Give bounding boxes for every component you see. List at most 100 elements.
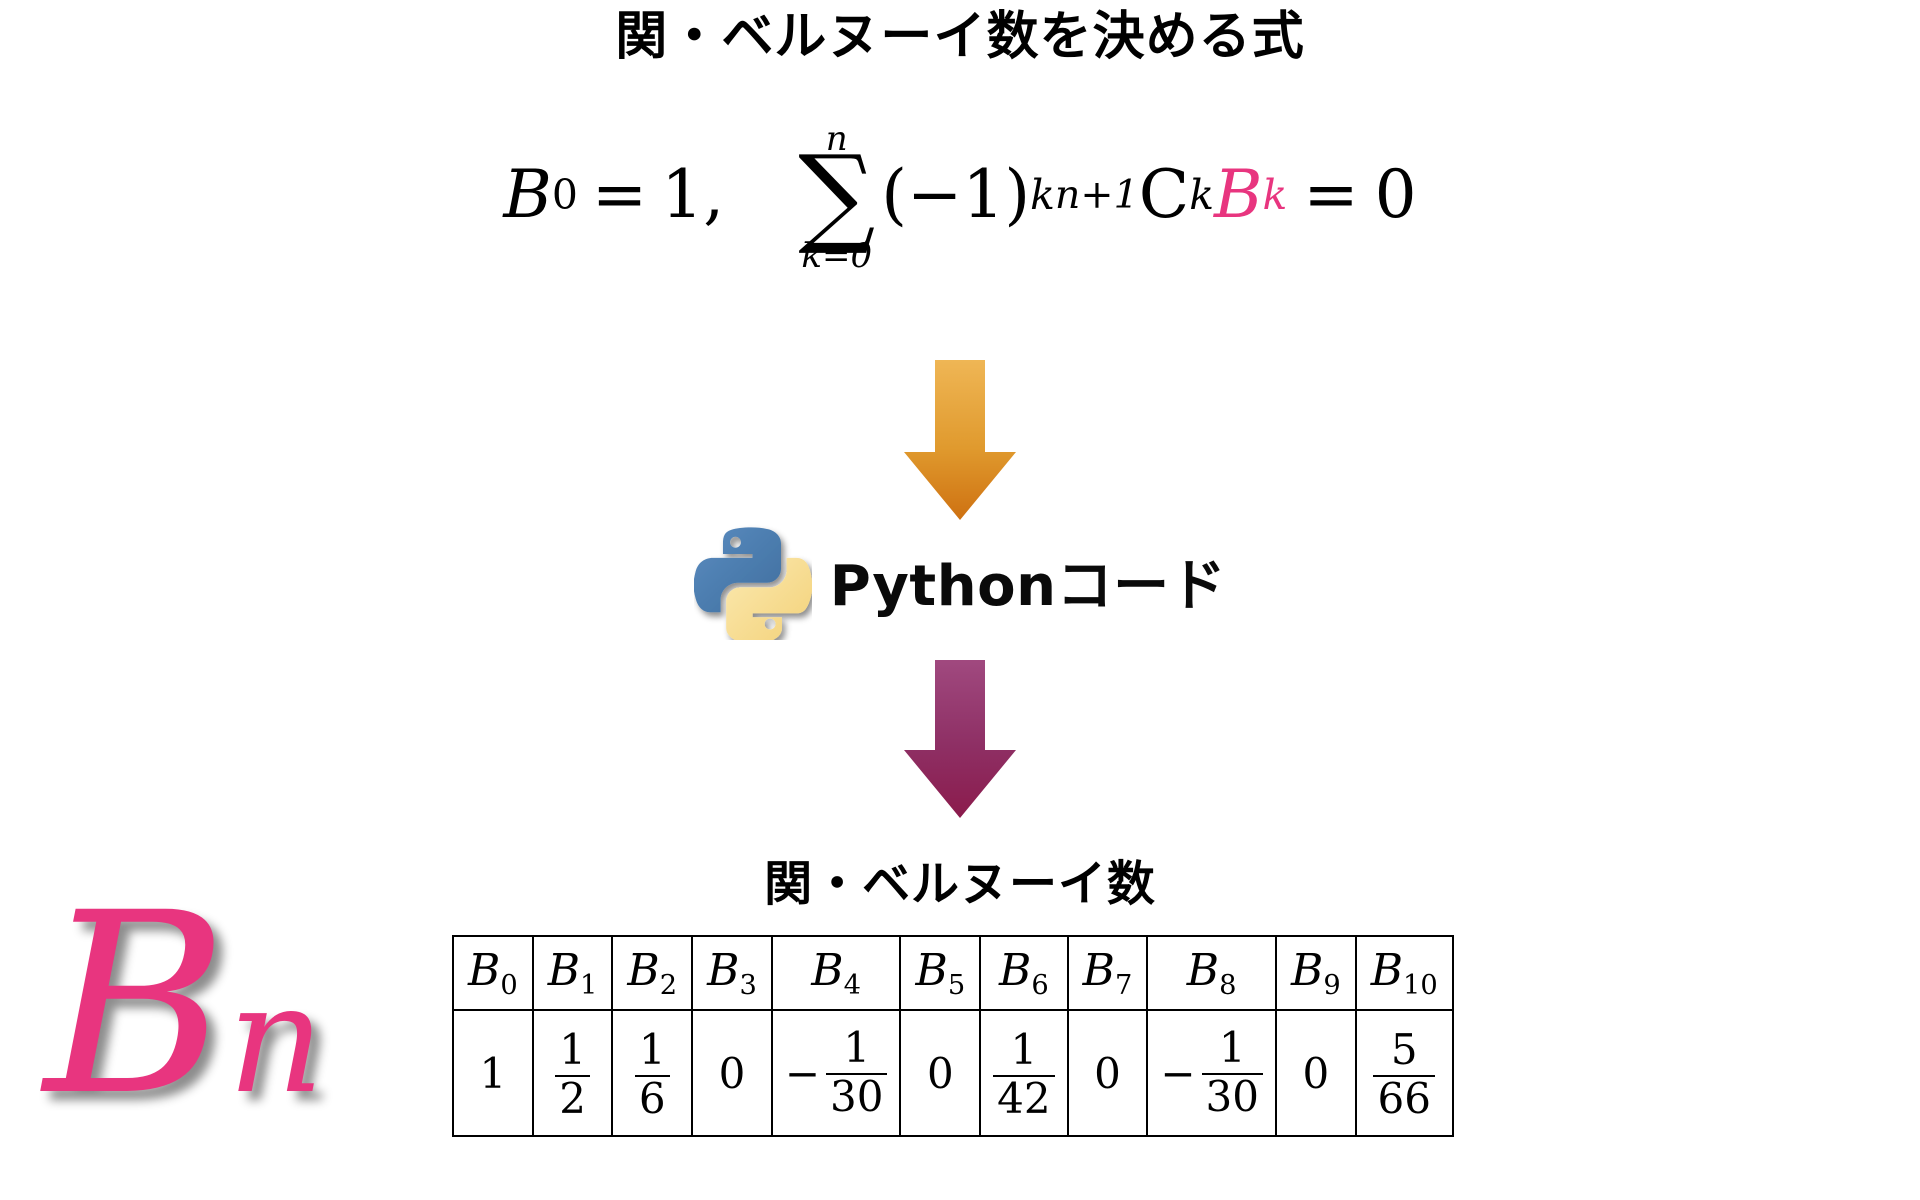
sign-exponent: k: [1030, 170, 1055, 219]
combination-upper-index: n+1: [1054, 171, 1139, 218]
fraction-numerator: 1: [843, 1023, 871, 1073]
fraction-body: 1 42: [993, 1024, 1055, 1122]
value-integer: 0: [1094, 1048, 1121, 1098]
header-subscript: 0: [500, 969, 518, 1001]
summation-operator: n ∑ k=0: [798, 122, 875, 273]
table-header-cell: B9: [1274, 935, 1357, 1011]
slide-canvas: 関・ベルヌーイ数を決める式 B0 = 1, n ∑ k=0 (−1) k n+1 Ck…: [0, 0, 1920, 1200]
table-header-cell: B6: [979, 935, 1069, 1011]
minus-one: −1: [907, 156, 1005, 234]
python-code-step: Pythonコード: [0, 522, 1920, 640]
equals-sign-2: =: [1303, 156, 1359, 234]
value-fraction: 16: [634, 1024, 670, 1122]
fraction-numerator: 1: [1010, 1024, 1038, 1074]
initial-b-subscript: 0: [551, 170, 578, 219]
value-fraction: 5 66: [1373, 1024, 1435, 1122]
arrow-down-icon-purple: [904, 660, 1016, 818]
table-header-cell: B7: [1066, 935, 1149, 1011]
value-fraction: 1 42: [993, 1024, 1055, 1122]
initial-b-symbol: B: [503, 156, 552, 234]
fraction-denominator: 2: [555, 1074, 590, 1122]
fraction-sign: −: [784, 1048, 821, 1098]
fraction-numerator: 1: [638, 1024, 666, 1074]
header-symbol: B: [999, 945, 1032, 997]
combination-lower-index: k: [1189, 170, 1215, 219]
fraction-numerator: 1: [559, 1024, 586, 1074]
comma-separator: ,: [703, 156, 725, 234]
fraction-body: 16: [634, 1024, 670, 1122]
table-value-row: 1 1 2 1 6 0−1 30 0 1 42 0−1 30 0 5 66: [452, 1009, 1454, 1137]
table-value-cell: 0: [1274, 1009, 1357, 1137]
equals-sign-1: =: [591, 156, 648, 234]
fraction-numerator: 1: [1218, 1023, 1246, 1073]
header-symbol: B: [707, 945, 740, 997]
header-symbol: B: [1186, 945, 1220, 997]
table-header-cell: B3: [691, 935, 773, 1011]
table-value-cell: 0: [899, 1009, 982, 1137]
header-subscript: 3: [739, 969, 757, 1001]
bernoulli-number-symbol: B: [1214, 156, 1263, 234]
initial-condition: B0 = 1,: [503, 162, 754, 228]
header-subscript: 1: [580, 969, 598, 1001]
table-value-cell: 16: [611, 1009, 694, 1137]
header-subscript: 8: [1219, 969, 1237, 1001]
header-subscript: 5: [947, 969, 966, 1001]
value-integer: 1: [479, 1048, 507, 1098]
table-value-cell: 1: [452, 1009, 534, 1137]
table-header-cell: B1: [531, 935, 614, 1011]
value-fraction: −1 30: [785, 1026, 888, 1119]
fraction-denominator: 42: [993, 1074, 1055, 1122]
big-bernoulli-label: Bn: [44, 880, 324, 1130]
table-value-cell: −1 30: [770, 1009, 902, 1137]
table-value-cell: 12: [531, 1009, 614, 1137]
value-fraction: 12: [555, 1024, 590, 1122]
header-symbol: B: [915, 945, 948, 997]
header-subscript: 2: [659, 969, 678, 1001]
fraction-denominator: 66: [1373, 1074, 1435, 1122]
table-value-cell: 0: [691, 1009, 773, 1137]
table-value-cell: −1 30: [1146, 1009, 1277, 1137]
header-symbol: B: [1082, 945, 1115, 997]
header-symbol: B: [1290, 945, 1324, 997]
table-header-cell: B4: [770, 935, 902, 1011]
formula-section-title: 関・ベルヌーイ数を決める式: [615, 7, 1305, 67]
value-integer: 0: [718, 1048, 746, 1098]
value-fraction: −1 30: [1160, 1026, 1263, 1119]
header-subscript: 7: [1114, 969, 1133, 1001]
header-symbol: B: [627, 945, 660, 997]
header-symbol: B: [1370, 945, 1404, 997]
header-symbol: B: [468, 945, 501, 997]
header-symbol: B: [547, 945, 581, 997]
fraction-denominator: 30: [826, 1073, 888, 1120]
bernoulli-numbers-table: B0 B1 B2 B3 B4 B5 B6 B7 B8 B9 B10 1 1 2 1 6 0−1 30 0 1 42 0−…: [452, 935, 1454, 1137]
big-bernoulli-base: B: [44, 859, 228, 1150]
fraction-body: 1 30: [826, 1023, 888, 1120]
value-integer: 0: [926, 1048, 954, 1098]
table-header-cell: B5: [899, 935, 982, 1011]
fraction-sign: −: [1160, 1048, 1196, 1098]
table-value-cell: 5 66: [1354, 1009, 1454, 1137]
open-paren: (: [881, 156, 908, 234]
fraction-denominator: 30: [1201, 1073, 1263, 1120]
python-logo-icon: [693, 527, 812, 640]
header-subscript: 9: [1323, 969, 1341, 1001]
table-header-row: B0 B1 B2 B3 B4 B5 B6 B7 B8 B9 B10: [452, 935, 1454, 1011]
fraction-body: 5 66: [1373, 1024, 1435, 1122]
table-header-cell: B2: [611, 935, 694, 1011]
equation-right-hand-side: 0: [1374, 156, 1417, 234]
table-value-cell: 0: [1066, 1009, 1149, 1137]
python-code-label: Pythonコード: [829, 553, 1227, 619]
fraction-body: 1 30: [1201, 1023, 1263, 1120]
sigma-icon: ∑: [798, 133, 876, 258]
fraction-numerator: 5: [1390, 1024, 1418, 1074]
table-header-cell: B10: [1354, 935, 1454, 1011]
header-subscript: 4: [843, 969, 861, 1001]
initial-value: 1: [661, 156, 704, 234]
fraction-denominator: 6: [634, 1074, 670, 1122]
value-integer: 0: [1302, 1048, 1330, 1098]
header-subscript: 10: [1403, 969, 1438, 1001]
table-header-cell: B8: [1146, 935, 1277, 1011]
arrow-down-icon-orange: [904, 360, 1016, 520]
bernoulli-defining-equation: B0 = 1, n ∑ k=0 (−1) k n+1 Ck Bk = 0: [0, 120, 1920, 273]
close-paren: ): [1004, 156, 1031, 234]
